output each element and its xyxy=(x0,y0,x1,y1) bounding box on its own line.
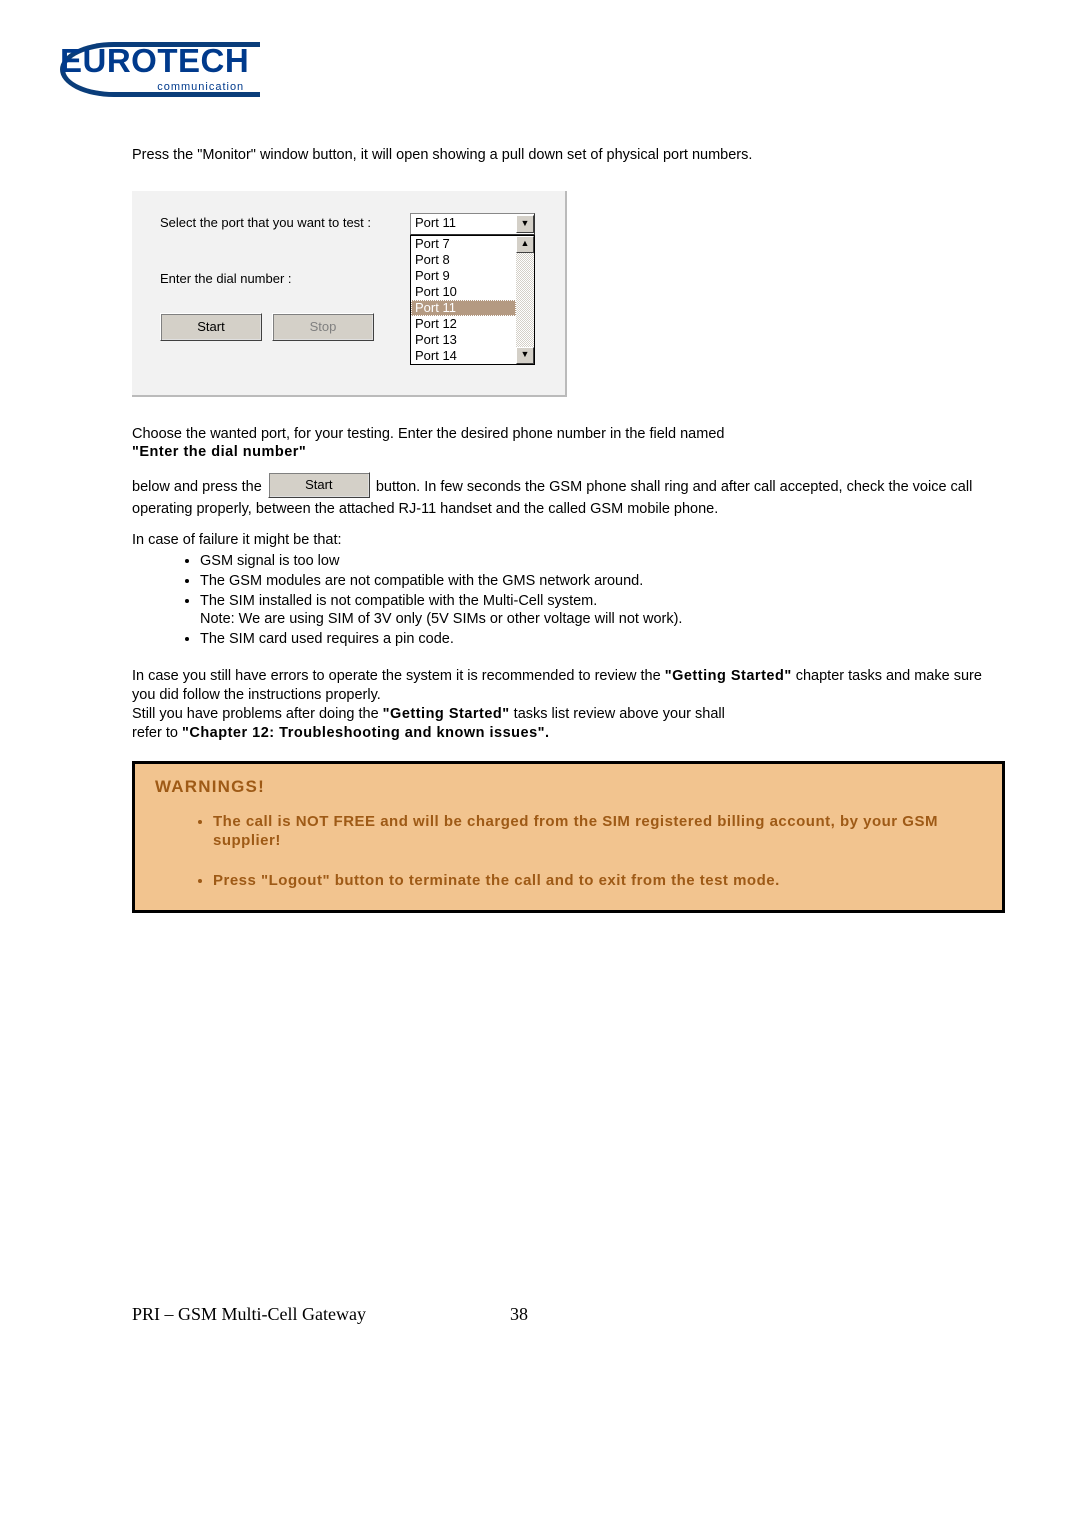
port-option[interactable]: Port 7 xyxy=(411,236,516,252)
monitor-window: Select the port that you want to test : … xyxy=(132,191,567,397)
port-dropdown-list[interactable]: Port 7 Port 8 Port 9 Port 10 Port 11 Por… xyxy=(410,235,535,365)
port-combobox[interactable]: Port 11 ▼ Port 7 Port 8 Port 9 Port 10 P… xyxy=(410,213,535,235)
scroll-up-icon[interactable]: ▲ xyxy=(516,236,534,253)
still-problems-paragraph: Still you have problems after doing the … xyxy=(132,705,1005,724)
select-port-label: Select the port that you want to test : xyxy=(160,215,410,232)
port-option[interactable]: Port 10 xyxy=(411,284,516,300)
page-footer: PRI – GSM Multi-Cell Gateway 38 xyxy=(60,1303,1020,1326)
stop-button[interactable]: Stop xyxy=(272,313,374,341)
list-item: GSM signal is too low xyxy=(200,552,1005,571)
footer-doc-title: PRI – GSM Multi-Cell Gateway xyxy=(132,1303,510,1326)
review-paragraph: In case you still have errors to operate… xyxy=(132,667,1005,705)
logo-brand: EUROTECH xyxy=(60,40,249,83)
port-option-selected[interactable]: Port 11 xyxy=(411,300,516,316)
refer-chapter-paragraph: refer to "Chapter 12: Troubleshooting an… xyxy=(132,724,1005,743)
dial-number-label: Enter the dial number : xyxy=(160,271,410,288)
failure-intro: In case of failure it might be that: xyxy=(132,531,1005,550)
inline-start-button: Start xyxy=(268,472,370,498)
warnings-title: WARNINGS! xyxy=(155,776,982,798)
warning-item: Press "Logout" button to terminate the c… xyxy=(213,871,982,891)
port-option[interactable]: Port 14 xyxy=(411,348,516,364)
port-option[interactable]: Port 8 xyxy=(411,252,516,268)
start-button[interactable]: Start xyxy=(160,313,262,341)
warnings-box: WARNINGS! The call is NOT FREE and will … xyxy=(132,761,1005,914)
press-start-paragraph: below and press the Start button. In few… xyxy=(132,474,1005,519)
scroll-track[interactable] xyxy=(516,253,534,347)
port-selected-value: Port 11 xyxy=(415,215,456,232)
port-option[interactable]: Port 9 xyxy=(411,268,516,284)
port-option[interactable]: Port 13 xyxy=(411,332,516,348)
chevron-down-icon[interactable]: ▼ xyxy=(516,215,534,233)
choose-port-paragraph: Choose the wanted port, for your testing… xyxy=(132,425,1005,463)
scrollbar[interactable]: ▲ ▼ xyxy=(516,236,534,364)
footer-page-number: 38 xyxy=(510,1303,528,1326)
list-item: The SIM installed is not compatible with… xyxy=(200,592,1005,630)
failure-list: GSM signal is too low The GSM modules ar… xyxy=(132,552,1005,649)
list-item: The GSM modules are not compatible with … xyxy=(200,572,1005,591)
scroll-down-icon[interactable]: ▼ xyxy=(516,347,534,364)
list-item: The SIM card used requires a pin code. xyxy=(200,630,1005,649)
logo: EUROTECH communication xyxy=(60,40,1020,96)
port-option[interactable]: Port 12 xyxy=(411,316,516,332)
intro-paragraph: Press the "Monitor" window button, it wi… xyxy=(132,146,1005,165)
warning-item: The call is NOT FREE and will be charged… xyxy=(213,812,982,851)
